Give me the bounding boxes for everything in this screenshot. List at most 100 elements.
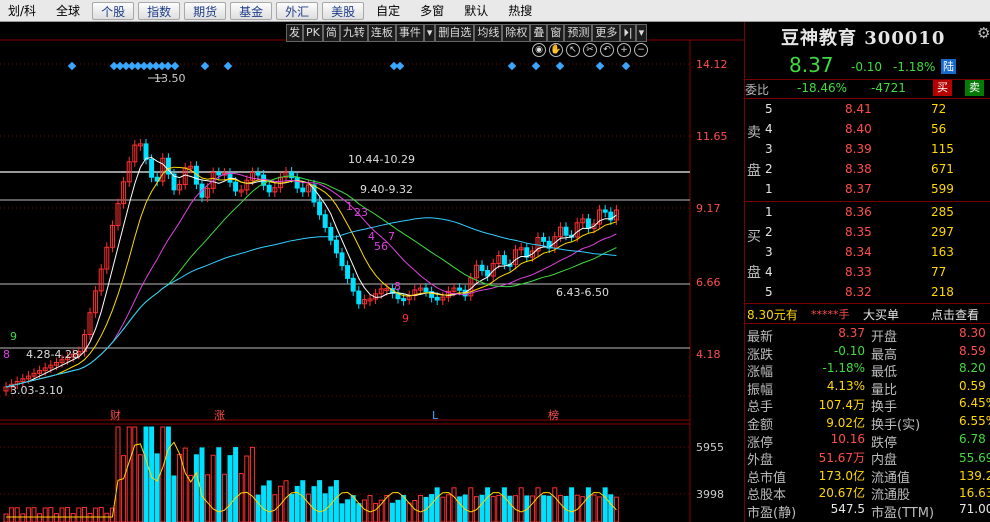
chart-tool-8[interactable]: 均线 (474, 24, 503, 42)
hand-icon[interactable]: ✋ (549, 43, 563, 57)
candle-body (300, 187, 306, 193)
nav-item-11[interactable]: 热搜 (500, 2, 540, 20)
chart-tool-7[interactable]: 删自选 (435, 24, 475, 42)
settings-gear-icon[interactable]: ⚙ (977, 24, 990, 42)
chart-tool-9[interactable]: 除权 (502, 24, 531, 42)
chart-tool-5[interactable]: 事件 (395, 24, 424, 42)
chart-tool-0[interactable]: 发 (286, 24, 303, 42)
volume-bar (266, 480, 272, 522)
event-diamond (67, 61, 77, 71)
volume-bar (221, 473, 227, 522)
nav-item-6[interactable]: 外汇 (276, 1, 319, 20)
eye-icon[interactable]: ◉ (532, 43, 546, 57)
chart-tool-11[interactable]: 窗 (547, 24, 565, 42)
bid-row[interactable]: 1 8.36 285 (745, 204, 990, 223)
nav-item-3[interactable]: 指数 (138, 1, 181, 20)
volume-bar (518, 487, 524, 522)
bid-row[interactable]: 5 8.32 218 (745, 284, 990, 303)
ask-row[interactable]: 5 8.41 72 (745, 101, 990, 120)
volume-bar (48, 507, 54, 522)
volume-axis-label: 5955 (696, 441, 724, 454)
stock-title: 豆神教育 300010 (781, 28, 946, 49)
bid-row[interactable]: 2 8.35 297 (745, 224, 990, 243)
sell-button[interactable]: 卖 (965, 80, 984, 96)
scissors-icon[interactable]: ✂ (583, 43, 597, 57)
chart-tool-14[interactable]: ⏵| (620, 24, 636, 42)
candle-body (350, 277, 356, 292)
chart-tool-10[interactable]: 叠 (530, 24, 548, 42)
nav-item-10[interactable]: 默认 (456, 2, 496, 20)
bigorder-link[interactable]: 点击查看 (931, 306, 979, 323)
stat-value: 10.16 (830, 431, 865, 446)
zoom-out-icon[interactable]: − (634, 43, 648, 57)
ask-row[interactable]: 2 8.38 671 (745, 161, 990, 180)
volume-bar (300, 480, 306, 522)
ask-row[interactable]: 1 8.37 599 (745, 181, 990, 200)
volume-bar (289, 493, 295, 522)
stat-row: 涨跌 -0.10 最高 8.59 (745, 343, 990, 363)
volume-bar (485, 487, 491, 522)
nav-item-9[interactable]: 多窗 (412, 2, 452, 20)
nav-item-0[interactable]: 划/科 (0, 2, 44, 20)
buy-button[interactable]: 买 (933, 80, 952, 96)
volume-bar (283, 480, 289, 522)
volume-bar (137, 454, 143, 522)
volume-bar (535, 487, 541, 522)
stat-value: 4.13% (826, 378, 865, 393)
candle-body (401, 298, 407, 302)
volume-bar (171, 475, 177, 522)
stat-value: 6.78 (959, 431, 986, 446)
candle-body (227, 172, 233, 183)
volume-bar (541, 495, 547, 522)
connect-tag[interactable]: 陆 (941, 59, 956, 74)
stat-value: 8.30 (959, 326, 986, 340)
chart-tool-4[interactable]: 连板 (367, 24, 396, 42)
nav-item-1[interactable]: 全球 (48, 2, 88, 20)
volume-bar (244, 455, 250, 522)
chart-tool-6[interactable]: ▾ (423, 24, 436, 42)
volume-bar (37, 513, 43, 522)
volume-bar (406, 502, 412, 522)
nav-item-7[interactable]: 美股 (322, 1, 365, 20)
bid-row[interactable]: 4 8.33 77 (745, 264, 990, 283)
ask-row[interactable]: 4 8.40 56 (745, 121, 990, 140)
stat-value: 8.37 (838, 326, 865, 340)
undo-icon[interactable]: ↶ (600, 43, 614, 57)
nav-item-4[interactable]: 期货 (184, 1, 227, 20)
bid-row[interactable]: 3 8.34 163 (745, 244, 990, 263)
zoom-in-icon[interactable]: + (617, 43, 631, 57)
nav-item-2[interactable]: 个股 (92, 1, 135, 20)
chart-tool-13[interactable]: 更多 (592, 24, 621, 42)
volume-bar (14, 507, 20, 522)
volume-bar (602, 487, 608, 522)
volume-bar (81, 507, 87, 522)
volume-bar (227, 455, 233, 522)
volume-bar (507, 495, 513, 522)
level-volume: 77 (931, 265, 947, 279)
td-seq-label: 1 (346, 200, 353, 213)
chart-tool-15[interactable]: ▾ (635, 24, 648, 42)
level-volume: 163 (931, 245, 954, 259)
stat-row: 振幅 4.13% 量比 0.59 (745, 378, 990, 398)
candle-body (294, 177, 300, 189)
ask-row[interactable]: 3 8.39 115 (745, 141, 990, 160)
volume-bar (350, 495, 356, 522)
nav-item-8[interactable]: 自定 (368, 2, 408, 20)
chart-tool-2[interactable]: 简 (322, 24, 340, 42)
chart-tool-1[interactable]: PK (303, 24, 323, 42)
nav-item-5[interactable]: 基金 (230, 1, 273, 20)
stat-value: 139.2亿 (959, 468, 990, 483)
chart-tool-12[interactable]: 预测 (564, 24, 593, 42)
annotation-band2: 9.40-9.32 (360, 183, 413, 196)
stat-value: 173.0亿 (818, 468, 865, 483)
level-volume: 297 (931, 225, 954, 239)
level: 5 (765, 285, 773, 299)
volume-bar (317, 480, 323, 522)
volume-bar (149, 426, 155, 522)
td-seq-label: 9 (402, 312, 409, 325)
chart-tool-3[interactable]: 九转 (339, 24, 368, 42)
volume-bar (597, 496, 603, 522)
kline-chart[interactable]: 14.1211.659.176.664.185955399813.5010.44… (0, 22, 744, 522)
stat-value: 8.20 (959, 361, 986, 376)
cursor-icon[interactable]: ↖ (566, 43, 580, 57)
